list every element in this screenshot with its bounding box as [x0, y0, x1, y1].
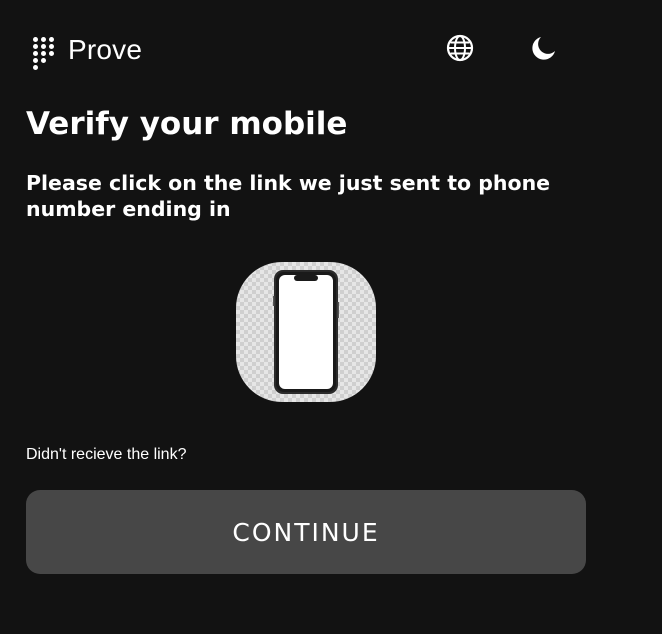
continue-button[interactable]: CONTINUE: [26, 490, 586, 574]
language-button[interactable]: [445, 33, 475, 63]
brand-name: Prove: [68, 34, 143, 65]
globe-icon: [446, 34, 474, 62]
resend-link-prompt[interactable]: Didn't recieve the link?: [26, 444, 186, 466]
verify-page: Prove Verify your mobile Please click on…: [0, 0, 662, 634]
instruction-text: Please click on the link we just sent to…: [26, 171, 551, 221]
header: Prove: [32, 32, 143, 70]
theme-toggle-button[interactable]: [529, 33, 559, 63]
phone-illustration: [236, 262, 376, 402]
page-title: Verify your mobile: [26, 106, 348, 142]
moon-icon: [532, 37, 555, 60]
prove-logo-icon: [32, 32, 58, 70]
phone-icon: [273, 270, 339, 394]
